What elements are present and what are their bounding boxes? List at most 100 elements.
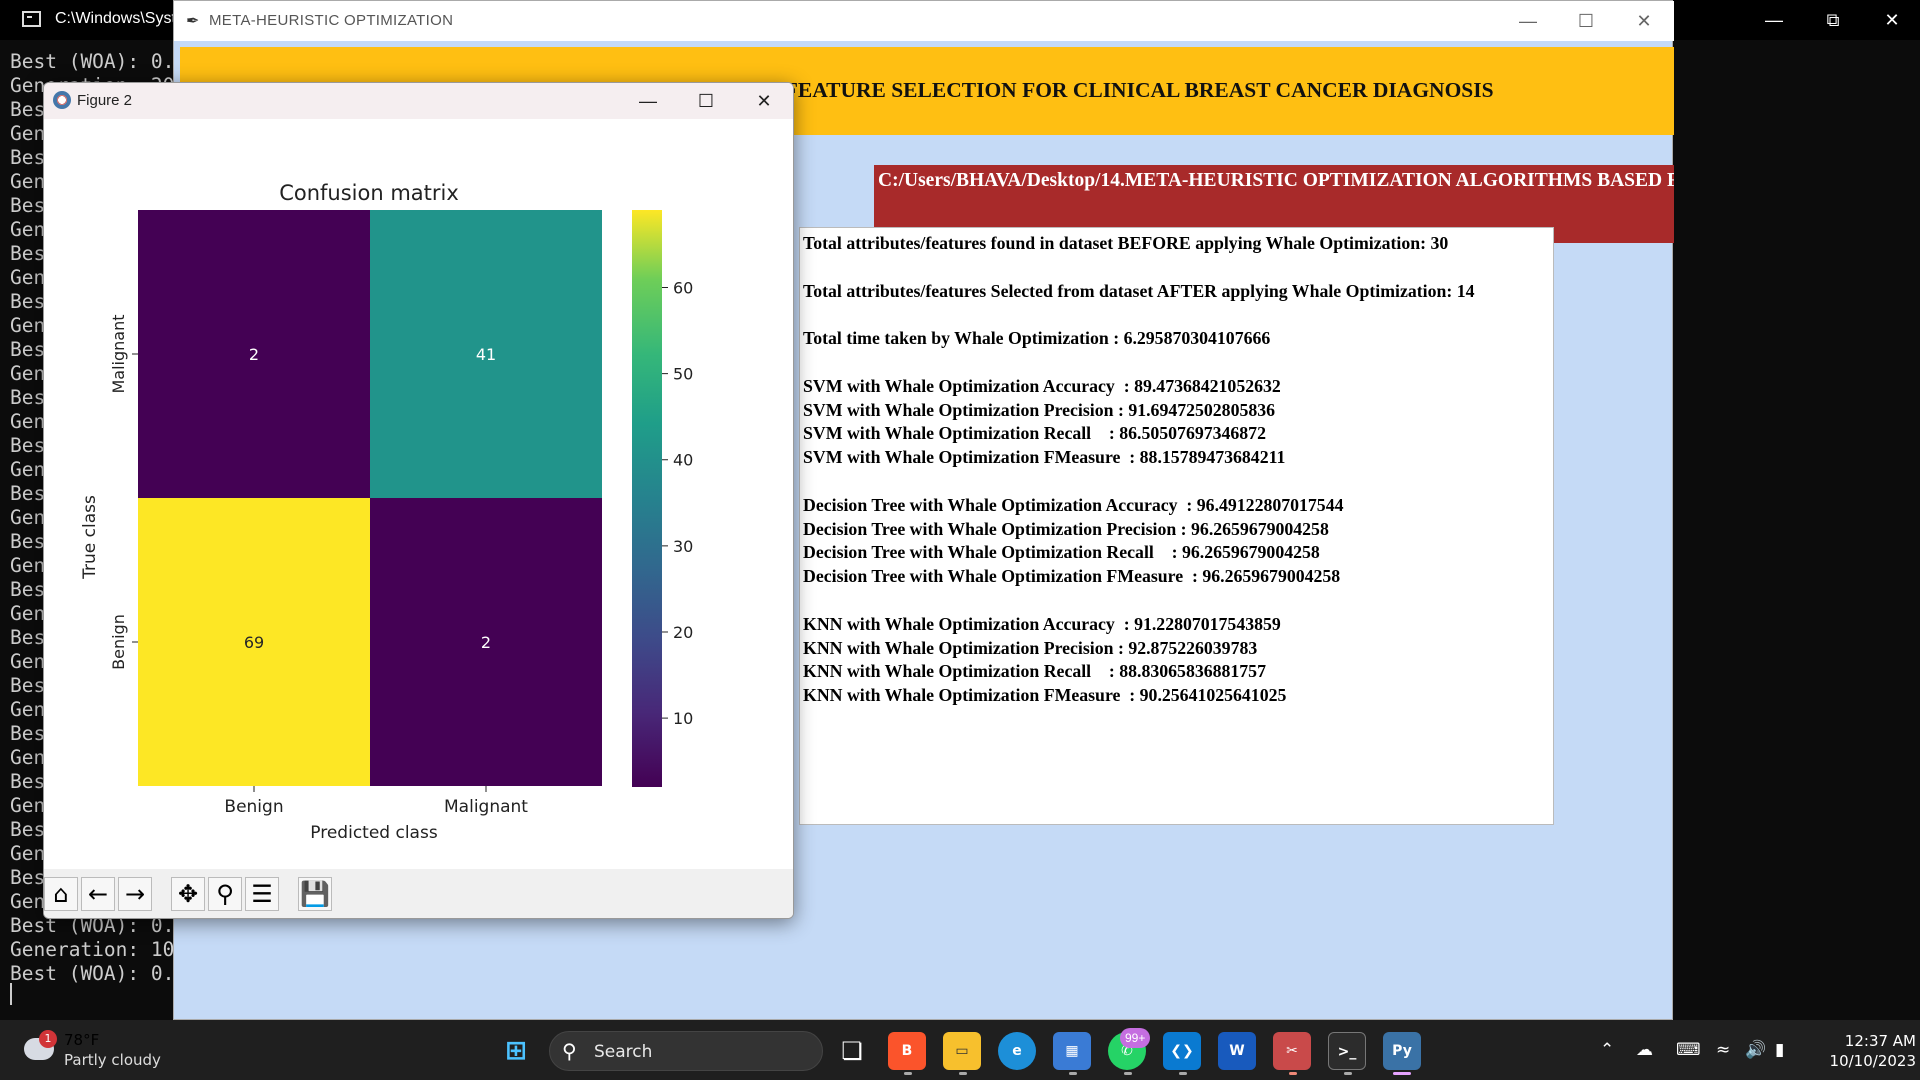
figure-title: Figure 2: [77, 92, 133, 109]
result-line: [803, 470, 1553, 494]
colorbar-tick-label: 60: [673, 279, 693, 298]
cell-value-label: 69: [244, 633, 264, 652]
active-indicator: [1393, 1072, 1411, 1075]
maximize-icon[interactable]: ☐: [1556, 1, 1616, 41]
chevron-up-icon[interactable]: ⌃: [1600, 1040, 1614, 1060]
word-icon[interactable]: W: [1218, 1032, 1256, 1070]
edge-icon[interactable]: e: [998, 1032, 1036, 1070]
subplots-config-icon[interactable]: ☰: [245, 877, 279, 911]
console-line: Best (WOA): 0.: [10, 50, 175, 73]
minimize-icon[interactable]: —: [1498, 1, 1558, 41]
minimize-icon[interactable]: —: [1744, 0, 1804, 40]
forward-arrow-icon[interactable]: →: [118, 877, 152, 911]
result-line: [803, 303, 1553, 327]
colorbar-tick-label: 20: [673, 623, 693, 642]
result-line: Total time taken by Whale Optimization :…: [803, 328, 1271, 349]
search-label: Search: [594, 1042, 653, 1062]
running-indicator: [1289, 1072, 1297, 1075]
brave-icon[interactable]: B: [888, 1032, 926, 1070]
colorbar-tick-label: 40: [673, 451, 693, 470]
vscode-icon[interactable]: ❮❯: [1163, 1032, 1201, 1070]
close-icon[interactable]: ✕: [1614, 1, 1674, 41]
result-line: Decision Tree with Whale Optimization Ac…: [803, 494, 1344, 515]
pan-icon[interactable]: ✥: [171, 877, 205, 911]
colorbar-tick-label: 30: [673, 537, 693, 556]
y-tick-labels: Malignant Benign: [109, 314, 138, 670]
result-line: SVM with Whale Optimization FMeasure : 8…: [803, 447, 1286, 468]
running-indicator: [1124, 1072, 1132, 1075]
y-tick-label: Benign: [109, 614, 128, 670]
result-line: KNN with Whale Optimization FMeasure : 9…: [803, 685, 1287, 706]
search-box[interactable]: ⚲ Search: [549, 1031, 823, 1071]
console-cursor: [10, 983, 12, 1005]
maximize-icon[interactable]: ☐: [677, 83, 735, 119]
weather-widget[interactable]: 1 78°F Partly cloudy: [22, 1030, 182, 1072]
terminal-icon[interactable]: >_: [1328, 1032, 1366, 1070]
result-line: Decision Tree with Whale Optimization FM…: [803, 566, 1341, 587]
windows-start-icon[interactable]: ⊞: [497, 1032, 535, 1070]
home-icon[interactable]: ⌂: [44, 877, 78, 911]
cmd-icon: [22, 11, 41, 27]
close-icon[interactable]: ✕: [1862, 0, 1920, 40]
result-line: SVM with Whale Optimization Recall : 86.…: [803, 423, 1266, 444]
zoom-icon[interactable]: ⚲: [208, 877, 242, 911]
file-explorer-icon[interactable]: ▭: [943, 1032, 981, 1070]
back-arrow-icon[interactable]: ←: [81, 877, 115, 911]
result-line: SVM with Whale Optimization Accuracy : 8…: [803, 375, 1281, 396]
x-axis-label: Predicted class: [310, 823, 438, 843]
weather-condition: Partly cloudy: [64, 1051, 161, 1069]
console-line: Generation: 10: [10, 938, 175, 961]
cell-value-label: 41: [476, 345, 496, 364]
whatsapp-badge: 99+: [1120, 1028, 1151, 1048]
figure-window[interactable]: Figure 2 — ☐ ✕ Confusion matrix 2 41 69 2 M…: [43, 82, 794, 919]
running-indicator: [1179, 1072, 1187, 1075]
chart-title: Confusion matrix: [279, 181, 459, 205]
cell-value-label: 2: [249, 345, 259, 364]
running-indicator: [904, 1072, 912, 1075]
restore-icon[interactable]: ⧉: [1803, 0, 1863, 40]
console-line: Best (WOA): 0.: [10, 962, 175, 985]
close-icon[interactable]: ✕: [735, 83, 793, 119]
task-view-icon[interactable]: ❏: [833, 1032, 871, 1070]
colorbar-tick-label: 10: [673, 709, 693, 728]
save-icon[interactable]: 💾: [298, 877, 332, 911]
wifi-icon[interactable]: ≈: [1716, 1040, 1730, 1060]
result-line: KNN with Whale Optimization Recall : 88.…: [803, 661, 1266, 682]
console-title: C:\Windows\System32\cmd.exe: [55, 10, 173, 27]
weather-badge: 1: [39, 1030, 57, 1048]
result-line: Total attributes/features found in datas…: [803, 233, 1449, 253]
running-indicator: [959, 1072, 967, 1075]
colorbar-ticks: 10 20 30 40 50 60: [662, 279, 693, 728]
result-line: [803, 589, 1553, 613]
feather-icon: ✒: [186, 13, 200, 30]
running-indicator: [1069, 1072, 1077, 1075]
y-tick-label: Malignant: [109, 314, 128, 393]
result-line: KNN with Whale Optimization Accuracy : 9…: [803, 613, 1281, 634]
x-tick-label: Malignant: [444, 797, 528, 817]
store-icon[interactable]: ▦: [1053, 1032, 1091, 1070]
battery-icon[interactable]: ▮: [1775, 1040, 1784, 1060]
result-line: [803, 351, 1553, 375]
app-title-bar[interactable]: ✒ META-HEURISTIC OPTIMIZATION — ☐ ✕: [174, 1, 1674, 41]
minimize-icon[interactable]: —: [619, 83, 677, 119]
heatmap-cells: 2 41 69 2: [138, 210, 602, 786]
keyboard-icon[interactable]: ⌨: [1676, 1040, 1701, 1060]
matplotlib-icon: [53, 91, 71, 109]
result-line: [803, 256, 1553, 280]
x-tick-labels: Benign Malignant: [224, 786, 528, 817]
system-clock[interactable]: 12:37 AM 10/10/2023: [1806, 1031, 1916, 1071]
onedrive-icon[interactable]: ☁: [1636, 1040, 1653, 1060]
snipping-tool-icon[interactable]: ✂: [1273, 1032, 1311, 1070]
figure-toolbar: ⌂ ← → ✥ ⚲ ☰ 💾: [44, 869, 793, 918]
confusion-matrix-chart: Confusion matrix 2 4169 2 MalignantBenign …: [80, 181, 693, 843]
python-icon[interactable]: Py: [1383, 1032, 1421, 1070]
result-line: Total attributes/features Selected from …: [803, 280, 1475, 301]
clock-date: 10/10/2023: [1829, 1052, 1916, 1070]
x-tick-label: Benign: [224, 797, 283, 817]
figure-title-bar[interactable]: Figure 2 — ☐ ✕: [44, 83, 793, 119]
results-text-area[interactable]: Total attributes/features found in datas…: [799, 227, 1554, 825]
app-title: META-HEURISTIC OPTIMIZATION: [209, 12, 454, 29]
volume-icon[interactable]: 🔊: [1745, 1040, 1766, 1060]
result-line: Decision Tree with Whale Optimization Re…: [803, 542, 1320, 563]
colorbar: [632, 210, 662, 787]
